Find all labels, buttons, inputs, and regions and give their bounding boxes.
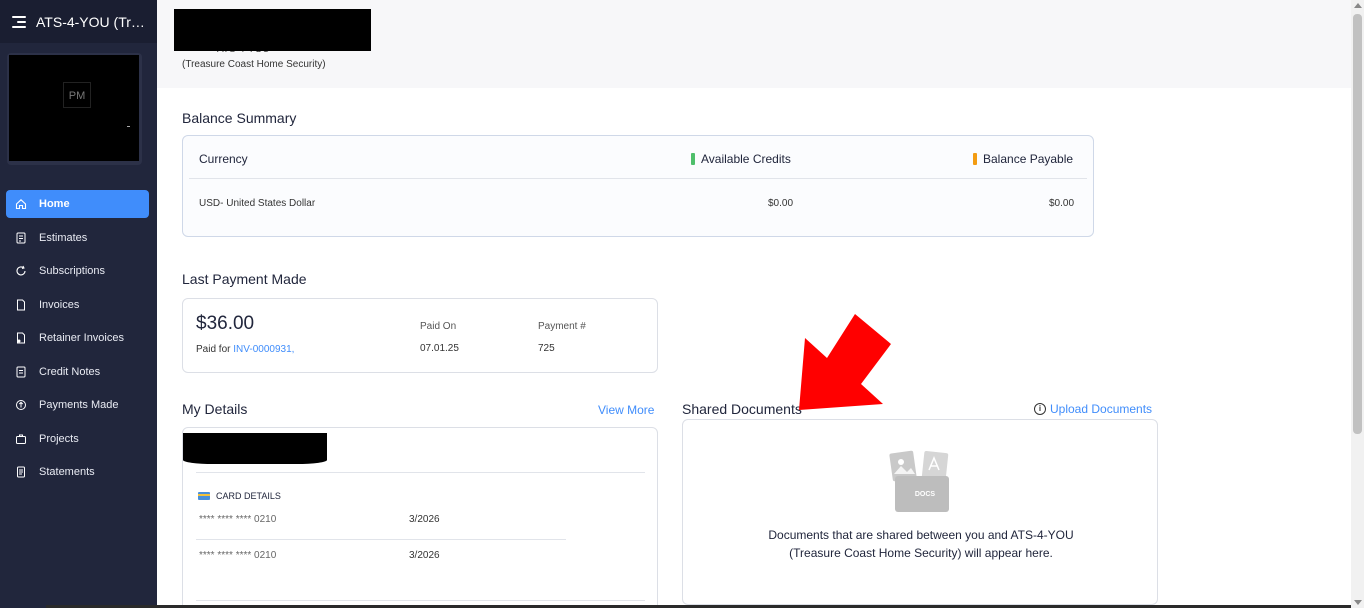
org-logo-card: PM — [7, 53, 142, 165]
my-details-card: CARD DETAILS **** **** **** 0210 3/2026 … — [182, 427, 658, 608]
sidebar-item-label: Invoices — [39, 298, 80, 311]
info-icon: i — [1034, 403, 1046, 415]
sidebar: ATS-4-YOU (Tre... PM Home Estimates Subs… — [0, 0, 157, 608]
sidebar-item-label: Payments Made — [39, 399, 119, 411]
paid-on-label: Paid On — [420, 321, 457, 332]
currency-header: Currency — [199, 152, 248, 166]
statements-icon — [15, 466, 27, 478]
hamburger-menu-icon[interactable] — [12, 15, 26, 28]
sidebar-item-label: Statements — [39, 466, 95, 478]
sidebar-item-label: Credit Notes — [39, 365, 101, 378]
last-payment-card: $36.00 Paid for INV-0000931, Paid On 07.… — [182, 298, 658, 373]
estimates-icon — [15, 232, 27, 244]
redacted-block — [174, 9, 371, 51]
balance-summary-card: Currency Available Credits Balance Payab… — [182, 135, 1094, 237]
divider — [196, 472, 645, 473]
sidebar-item-label: Estimates — [39, 231, 88, 244]
subscriptions-icon — [15, 265, 27, 277]
home-icon — [15, 198, 27, 210]
paid-for: Paid for INV-0000931, — [196, 344, 295, 355]
available-credits-header: Available Credits — [691, 152, 791, 166]
org-switcher[interactable]: ATS-4-YOU (Tre... — [36, 14, 146, 30]
credits-marker — [691, 153, 695, 165]
sidebar-item-home[interactable]: Home — [6, 190, 149, 218]
card-number: **** **** **** 0210 — [199, 550, 277, 561]
card-number: **** **** **** 0210 — [199, 514, 277, 525]
payment-number-label: Payment # — [538, 321, 586, 332]
sidebar-item-subscriptions[interactable]: Subscriptions — [6, 257, 149, 285]
shared-documents-title: Shared Documents — [682, 401, 802, 417]
last-payment-title: Last Payment Made — [182, 271, 307, 287]
sidebar-item-invoices[interactable]: Invoices — [6, 291, 149, 319]
payment-amount: $36.00 — [196, 313, 255, 334]
payable-marker — [973, 153, 977, 165]
sidebar-item-credit-notes[interactable]: Credit Notes — [6, 358, 149, 386]
documents-empty-icon — [889, 450, 949, 512]
scroll-down-arrow-icon[interactable] — [1354, 600, 1362, 605]
invoices-icon — [15, 299, 27, 311]
logo-mark-dash — [127, 126, 130, 127]
sidebar-item-payments-made[interactable]: Payments Made — [6, 391, 149, 419]
sidebar-item-estimates[interactable]: Estimates — [6, 224, 149, 252]
sidebar-header: ATS-4-YOU (Tre... — [0, 0, 157, 43]
paid-on-value: 07.01.25 — [420, 343, 459, 354]
divider — [196, 539, 566, 540]
scrollbar-thumb[interactable] — [1353, 14, 1362, 434]
sidebar-item-label: Projects — [39, 432, 79, 445]
org-header: ATS-4-YOU (Treasure Coast Home Security) — [157, 0, 1351, 88]
sidebar-item-label: Home — [39, 198, 70, 210]
available-credits-value: $0.00 — [768, 198, 794, 209]
page-scrollbar[interactable] — [1351, 0, 1364, 608]
docs-badge: DOCS — [914, 491, 936, 498]
divider — [196, 600, 645, 601]
credit-notes-icon — [15, 366, 27, 378]
upload-documents-link[interactable]: i Upload Documents — [1034, 402, 1152, 416]
payment-number-link[interactable]: 725 — [538, 343, 555, 354]
sidebar-item-statements[interactable]: Statements — [6, 458, 149, 486]
org-logo: PM — [9, 55, 139, 161]
sidebar-item-retainer-invoices[interactable]: Retainer Invoices — [6, 324, 149, 352]
retainer-invoices-icon — [15, 332, 27, 344]
card-expiry: 3/2026 — [409, 514, 440, 525]
empty-state-text: Documents that are shared between you an… — [768, 528, 1074, 560]
main-content: ATS-4-YOU (Treasure Coast Home Security)… — [157, 0, 1351, 608]
sidebar-item-projects[interactable]: Projects — [6, 425, 149, 453]
org-full-name: (Treasure Coast Home Security) — [182, 59, 326, 70]
logo-initials: PM — [63, 82, 91, 108]
credit-card-icon — [198, 492, 210, 500]
shared-documents-card: DOCS Documents that are shared between y… — [682, 419, 1158, 605]
card-details-heading: CARD DETAILS — [198, 491, 281, 501]
invoice-link[interactable]: INV-0000931, — [233, 344, 294, 355]
payments-made-icon — [15, 399, 27, 411]
red-arrow-annotation — [799, 314, 891, 410]
sidebar-item-label: Subscriptions — [39, 265, 106, 277]
my-details-title: My Details — [182, 401, 248, 417]
currency-value: USD- United States Dollar — [199, 198, 316, 209]
balance-payable-header: Balance Payable — [973, 152, 1073, 166]
view-more-link[interactable]: View More — [598, 403, 654, 417]
redacted-block — [183, 433, 327, 464]
scroll-up-arrow-icon[interactable] — [1354, 3, 1362, 8]
divider — [189, 178, 1087, 179]
balance-payable-value: $0.00 — [1049, 198, 1075, 209]
card-expiry: 3/2026 — [409, 550, 440, 561]
sidebar-item-label: Retainer Invoices — [39, 332, 124, 344]
balance-summary-title: Balance Summary — [182, 110, 297, 126]
projects-icon — [15, 433, 27, 445]
sidebar-nav: Home Estimates Subscriptions Invoices Re… — [6, 190, 149, 492]
